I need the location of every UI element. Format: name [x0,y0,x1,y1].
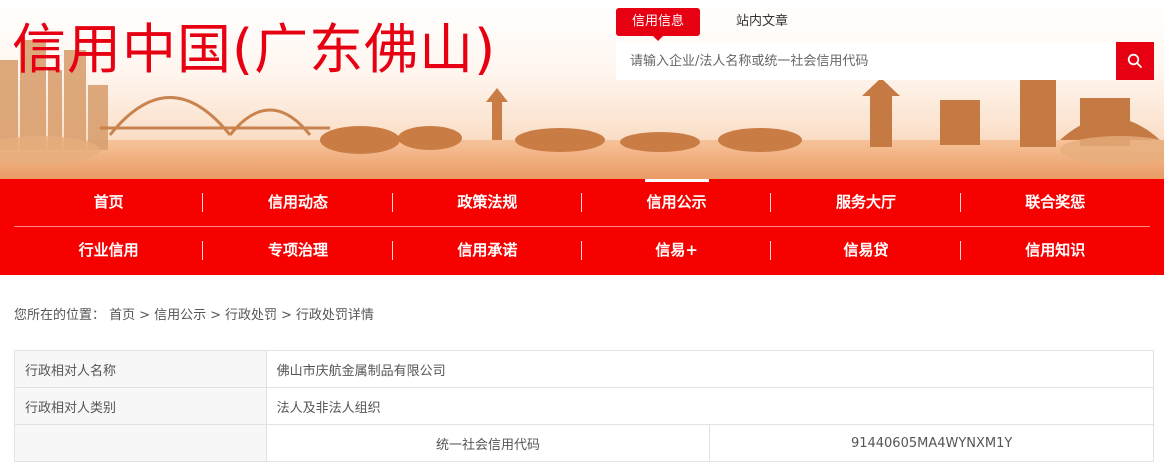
nav-item-credit-knowledge[interactable]: 信用知识 [961,227,1150,274]
table-row: 行政相对人名称 佛山市庆航金属制品有限公司 [14,350,1155,388]
search-icon [1127,53,1142,68]
breadcrumb-prefix: 您所在的位置： [14,308,106,323]
nav-label: 信用承诺 [457,241,518,259]
nav-item-credit-commitment[interactable]: 信用承诺 [393,227,582,274]
main-nav: 首页 信用动态 政策法规 信用公示 服务大厅 联合奖惩 行业信用 专项治理 信用… [0,179,1164,275]
nav-label: 联合奖惩 [1025,193,1086,211]
site-title: 信用中国(广东佛山) [12,18,497,81]
nav-item-special-governance[interactable]: 专项治理 [203,227,393,274]
breadcrumb: 您所在的位置： 首页 > 信用公示 > 行政处罚 > 行政处罚详情 [14,308,374,323]
breadcrumb-home[interactable]: 首页 [109,308,135,323]
nav-label: 政策法规 [457,193,518,211]
nav-label: 行业信用 [78,241,139,259]
nav-label: 信易贷 [843,241,889,259]
breadcrumb-current: 行政处罚详情 [295,308,374,323]
field-label-empty [14,424,267,462]
nav-label: 首页 [93,193,124,211]
field-value: 91440605MA4WYNXM1Y [709,424,1154,462]
table-row: 统一社会信用代码 91440605MA4WYNXM1Y [14,424,1154,462]
nav-item-industry-credit[interactable]: 行业信用 [14,227,204,274]
nav-label: 信用动态 [267,193,328,211]
nav-item-xinyi-loan[interactable]: 信易贷 [771,227,961,274]
breadcrumb-admin-penalty[interactable]: 行政处罚 [225,308,277,323]
nav-label: 信易+ [655,241,698,259]
nav-item-joint-rewards[interactable]: 联合奖惩 [961,179,1150,226]
field-label: 行政相对人类别 [14,387,267,425]
search-button[interactable] [1116,42,1154,80]
nav-item-home[interactable]: 首页 [14,179,204,226]
nav-label: 服务大厅 [835,193,896,211]
search-tab-credit-info[interactable]: 信用信息 [616,8,701,41]
search-box [616,42,1154,80]
search-tab-site-articles[interactable]: 站内文章 [720,8,804,36]
field-label: 统一社会信用代码 [265,424,711,462]
site-header: 信用中国(广东佛山) 信用信息 站内文章 [0,0,1164,180]
nav-label: 信用公示 [646,193,707,211]
search-input[interactable] [616,42,1116,80]
field-value: 佛山市庆航金属制品有限公司 [265,350,1155,388]
breadcrumb-credit-disclosure[interactable]: 信用公示 [154,308,206,323]
nav-item-credit-disclosure[interactable]: 信用公示 [582,179,772,226]
field-label: 行政相对人名称 [14,350,267,388]
nav-item-policies[interactable]: 政策法规 [393,179,582,226]
nav-row-1: 首页 信用动态 政策法规 信用公示 服务大厅 联合奖惩 [14,179,1150,227]
nav-label: 专项治理 [267,241,328,259]
nav-item-xinyi-plus[interactable]: 信易+ [582,227,772,274]
penalty-detail-table: 行政相对人名称 佛山市庆航金属制品有限公司 行政相对人类别 法人及非法人组织 统… [14,350,1155,462]
search-tabs: 信用信息 站内文章 [616,8,824,41]
nav-item-service-hall[interactable]: 服务大厅 [771,179,961,226]
nav-row-2: 行业信用 专项治理 信用承诺 信易+ 信易贷 信用知识 [14,227,1150,274]
table-row: 行政相对人类别 法人及非法人组织 [14,387,1155,425]
nav-item-credit-news[interactable]: 信用动态 [203,179,393,226]
nav-label: 信用知识 [1025,241,1086,259]
field-value: 法人及非法人组织 [265,387,1155,425]
